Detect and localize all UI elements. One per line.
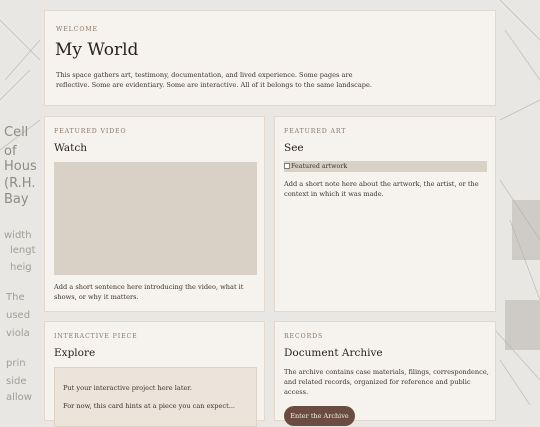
- video-eyebrow: FEATURED VIDEO: [54, 128, 127, 135]
- records-eyebrow: RECORDS: [284, 333, 324, 340]
- sketch-text: Hous: [4, 159, 37, 174]
- artwork-alt-text: Featured artwork: [291, 163, 348, 170]
- sketch-text: used: [6, 310, 30, 321]
- video-title: Watch: [54, 142, 88, 154]
- welcome-description: This space gathers art, testimony, docum…: [56, 71, 373, 89]
- sketch-text: prin: [6, 358, 26, 369]
- records-title: Document Archive: [284, 347, 383, 359]
- art-eyebrow: FEATURED ART: [284, 128, 347, 135]
- interactive-partial-text: For now, this card hints at a piece you …: [63, 402, 236, 410]
- sketch-text: lengt: [10, 245, 36, 256]
- sketch-text: width: [4, 230, 32, 241]
- records-description: The archive contains case materials, fil…: [284, 368, 489, 396]
- welcome-card: WELCOME My World This space gathers art,…: [44, 10, 496, 106]
- featured-video-card: FEATURED VIDEO Watch Add a short sentenc…: [44, 116, 265, 312]
- interactive-eyebrow: INTERACTIVE PIECE: [54, 333, 138, 340]
- interactive-placeholder-text: Put your interactive project here later.: [63, 384, 192, 392]
- sketch-text: Cell: [4, 125, 28, 140]
- page-title: My World: [55, 40, 139, 60]
- art-title: See: [284, 142, 304, 154]
- art-note: Add a short note here about the artwork,…: [284, 180, 479, 198]
- sketch-text: Bay: [4, 192, 29, 207]
- featured-artwork-image: Featured artwork: [284, 161, 487, 172]
- interactive-placeholder[interactable]: Put your interactive project here later.…: [54, 367, 257, 427]
- welcome-eyebrow: WELCOME: [56, 26, 98, 33]
- sketch-text: viola: [6, 328, 30, 339]
- interactive-piece-card: INTERACTIVE PIECE Explore Put your inter…: [44, 321, 265, 427]
- records-card: RECORDS Document Archive The archive con…: [274, 321, 496, 426]
- interactive-title: Explore: [54, 347, 96, 359]
- broken-image-icon: [284, 163, 290, 169]
- featured-art-card: FEATURED ART See Featured artwork Add a …: [274, 116, 496, 312]
- video-caption: Add a short sentence here introducing th…: [54, 283, 244, 301]
- sketch-text: heig: [10, 262, 32, 273]
- sketch-text: allow: [6, 392, 32, 403]
- sketch-text: The: [5, 292, 25, 303]
- sketch-text: of: [4, 144, 17, 159]
- video-player[interactable]: [54, 162, 257, 275]
- enter-archive-button[interactable]: Enter the Archive: [284, 406, 355, 426]
- sketch-text: (R.H.: [4, 176, 35, 191]
- sketch-text: side: [6, 376, 27, 387]
